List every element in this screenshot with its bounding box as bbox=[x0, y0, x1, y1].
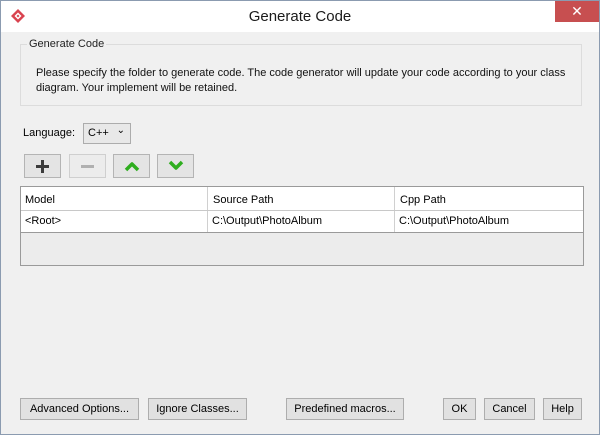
table-row[interactable]: <Root> C:\Output\PhotoAlbum C:\Output\Ph… bbox=[21, 211, 583, 233]
group-description: Please specify the folder to generate co… bbox=[36, 67, 566, 94]
chevron-down-icon bbox=[168, 160, 183, 170]
table-header: Model Source Path Cpp Path bbox=[21, 187, 583, 211]
close-button[interactable]: ✕ bbox=[555, 1, 599, 22]
cell-model[interactable]: <Root> bbox=[21, 211, 208, 232]
chevron-down-icon: ⌄ bbox=[116, 125, 125, 136]
column-header-cpp-path[interactable]: Cpp Path bbox=[395, 187, 583, 210]
language-select[interactable]: C++ ⌄ bbox=[83, 123, 131, 144]
cancel-button[interactable]: Cancel bbox=[484, 398, 535, 420]
model-path-table: Model Source Path Cpp Path <Root> C:\Out… bbox=[20, 186, 584, 266]
language-label: Language: bbox=[23, 127, 75, 139]
title-bar: Generate Code ✕ bbox=[1, 1, 599, 32]
ignore-classes-button[interactable]: Ignore Classes... bbox=[148, 398, 247, 420]
plus-icon bbox=[36, 159, 49, 173]
remove-button[interactable] bbox=[69, 154, 106, 178]
language-value: C++ bbox=[88, 127, 109, 139]
advanced-options-button[interactable]: Advanced Options... bbox=[20, 398, 139, 420]
predefined-macros-button[interactable]: Predefined macros... bbox=[286, 398, 404, 420]
column-header-source-path[interactable]: Source Path bbox=[208, 187, 395, 210]
window-title: Generate Code bbox=[248, 8, 352, 25]
help-button[interactable]: Help bbox=[543, 398, 582, 420]
generate-code-dialog: Generate Code ✕ Generate Code Please spe… bbox=[0, 0, 600, 435]
chevron-up-icon bbox=[124, 162, 139, 172]
move-down-button[interactable] bbox=[157, 154, 194, 178]
generate-code-group: Generate Code Please specify the folder … bbox=[20, 38, 582, 106]
cell-cpp-path[interactable]: C:\Output\PhotoAlbum bbox=[395, 211, 583, 232]
cell-source-path[interactable]: C:\Output\PhotoAlbum bbox=[208, 211, 395, 232]
add-button[interactable] bbox=[24, 154, 61, 178]
ok-button[interactable]: OK bbox=[443, 398, 476, 420]
column-header-model[interactable]: Model bbox=[21, 187, 208, 210]
minus-icon bbox=[81, 164, 94, 168]
dialog-body: Generate Code Please specify the folder … bbox=[2, 32, 598, 434]
move-up-button[interactable] bbox=[113, 154, 150, 178]
group-title: Generate Code bbox=[27, 38, 107, 50]
